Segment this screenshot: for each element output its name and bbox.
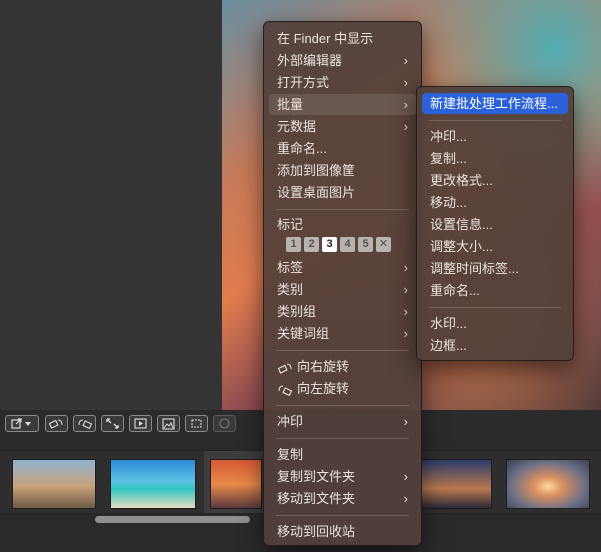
menu-separator bbox=[276, 515, 409, 516]
crop-icon bbox=[191, 419, 202, 428]
menu-separator bbox=[276, 438, 409, 439]
menu-copy[interactable]: 复制 bbox=[269, 444, 416, 465]
rotate-left-button[interactable] bbox=[73, 415, 96, 432]
fullscreen-button[interactable] bbox=[101, 415, 124, 432]
mark-section-label: 标记 bbox=[277, 217, 304, 232]
disabled-button[interactable] bbox=[213, 415, 236, 432]
label-4-button[interactable]: 4 bbox=[340, 237, 355, 252]
chevron-right-icon: › bbox=[403, 53, 408, 68]
menu-move-to-folder[interactable]: 移动到文件夹 › bbox=[269, 488, 416, 509]
submenu-print[interactable]: 冲印... bbox=[422, 126, 568, 147]
expand-icon bbox=[106, 418, 119, 429]
label-1-button[interactable]: 1 bbox=[286, 237, 301, 252]
menu-separator bbox=[276, 350, 409, 351]
info-button[interactable] bbox=[157, 415, 180, 432]
share-button[interactable] bbox=[5, 415, 39, 432]
menu-category-group[interactable]: 类别组 › bbox=[269, 301, 416, 322]
menu-rotate-left[interactable]: 向左旋转 bbox=[269, 378, 416, 399]
batch-submenu: 新建批处理工作流程... 冲印... 复制... 更改格式... 移动... 设… bbox=[416, 86, 574, 361]
menu-keywords[interactable]: 关键词组 › bbox=[269, 323, 416, 344]
chevron-right-icon: › bbox=[403, 75, 408, 90]
image-info-icon bbox=[162, 417, 175, 430]
circle-arrows-icon bbox=[219, 418, 230, 429]
rotate-left-icon bbox=[278, 385, 293, 396]
menu-print[interactable]: 冲印 › bbox=[269, 411, 416, 432]
browser-pane bbox=[0, 0, 222, 410]
rotate-right-button[interactable] bbox=[45, 415, 68, 432]
menu-separator bbox=[429, 307, 561, 308]
chevron-right-icon: › bbox=[403, 119, 408, 134]
submenu-new-workflow[interactable]: 新建批处理工作流程... bbox=[422, 93, 568, 114]
label-5-button[interactable]: 5 bbox=[358, 237, 373, 252]
label-2-button[interactable]: 2 bbox=[304, 237, 319, 252]
thumbnail-sunset[interactable] bbox=[210, 459, 262, 509]
share-icon bbox=[11, 418, 31, 429]
submenu-move[interactable]: 移动... bbox=[422, 192, 568, 213]
menu-add-to-lightbox[interactable]: 添加到图像筐 bbox=[269, 160, 416, 181]
menu-separator bbox=[276, 405, 409, 406]
menu-metadata[interactable]: 元数据 › bbox=[269, 116, 416, 137]
slideshow-button[interactable] bbox=[129, 415, 152, 432]
thumbnail-balloons[interactable] bbox=[12, 459, 96, 509]
context-menu: 在 Finder 中显示 外部编辑器 › 打开方式 › 批量 › 元数据 › 重命名..… bbox=[263, 21, 422, 546]
menu-set-desktop[interactable]: 设置桌面图片 bbox=[269, 182, 416, 203]
chevron-right-icon: › bbox=[403, 491, 408, 506]
chevron-right-icon: › bbox=[403, 282, 408, 297]
chevron-right-icon: › bbox=[403, 304, 408, 319]
filmstrip-scrollbar[interactable] bbox=[95, 516, 250, 523]
submenu-border[interactable]: 边框... bbox=[422, 335, 568, 356]
label-picker: 1 2 3 4 5 ✕ bbox=[286, 237, 391, 255]
menu-copy-to-folder[interactable]: 复制到文件夹 › bbox=[269, 466, 416, 487]
rotate-right-icon bbox=[277, 363, 292, 374]
chevron-right-icon: › bbox=[403, 414, 408, 429]
submenu-change-format[interactable]: 更改格式... bbox=[422, 170, 568, 191]
menu-external-editor[interactable]: 外部编辑器 › bbox=[269, 50, 416, 71]
rotate-right-icon bbox=[49, 419, 63, 429]
menu-move-to-trash[interactable]: 移动到回收站 bbox=[269, 521, 416, 542]
menu-open-with[interactable]: 打开方式 › bbox=[269, 72, 416, 93]
chevron-right-icon: › bbox=[403, 469, 408, 484]
submenu-set-info[interactable]: 设置信息... bbox=[422, 214, 568, 235]
thumbnail-sunrise[interactable] bbox=[506, 459, 590, 509]
thumbnail-city[interactable] bbox=[420, 459, 492, 509]
crop-button[interactable] bbox=[185, 415, 208, 432]
menu-rename[interactable]: 重命名... bbox=[269, 138, 416, 159]
submenu-copy[interactable]: 复制... bbox=[422, 148, 568, 169]
menu-tags[interactable]: 标签 › bbox=[269, 257, 416, 278]
thumbnail-beach[interactable] bbox=[110, 459, 196, 509]
submenu-resize[interactable]: 调整大小... bbox=[422, 236, 568, 257]
menu-show-in-finder[interactable]: 在 Finder 中显示 bbox=[269, 28, 416, 49]
submenu-rename[interactable]: 重命名... bbox=[422, 280, 568, 301]
chevron-right-icon: › bbox=[403, 326, 408, 341]
chevron-right-icon: › bbox=[403, 97, 408, 112]
menu-separator bbox=[429, 120, 561, 121]
submenu-adjust-timestamp[interactable]: 调整时间标签... bbox=[422, 258, 568, 279]
menu-rotate-right[interactable]: 向右旋转 bbox=[269, 356, 416, 377]
label-3-button[interactable]: 3 bbox=[322, 237, 337, 252]
label-clear-button[interactable]: ✕ bbox=[376, 237, 391, 252]
submenu-watermark[interactable]: 水印... bbox=[422, 313, 568, 334]
menu-batch[interactable]: 批量 › bbox=[269, 94, 416, 115]
menu-separator bbox=[276, 209, 409, 210]
rotate-left-icon bbox=[78, 419, 92, 429]
chevron-right-icon: › bbox=[403, 260, 408, 275]
menu-category[interactable]: 类别 › bbox=[269, 279, 416, 300]
play-icon bbox=[134, 418, 147, 429]
